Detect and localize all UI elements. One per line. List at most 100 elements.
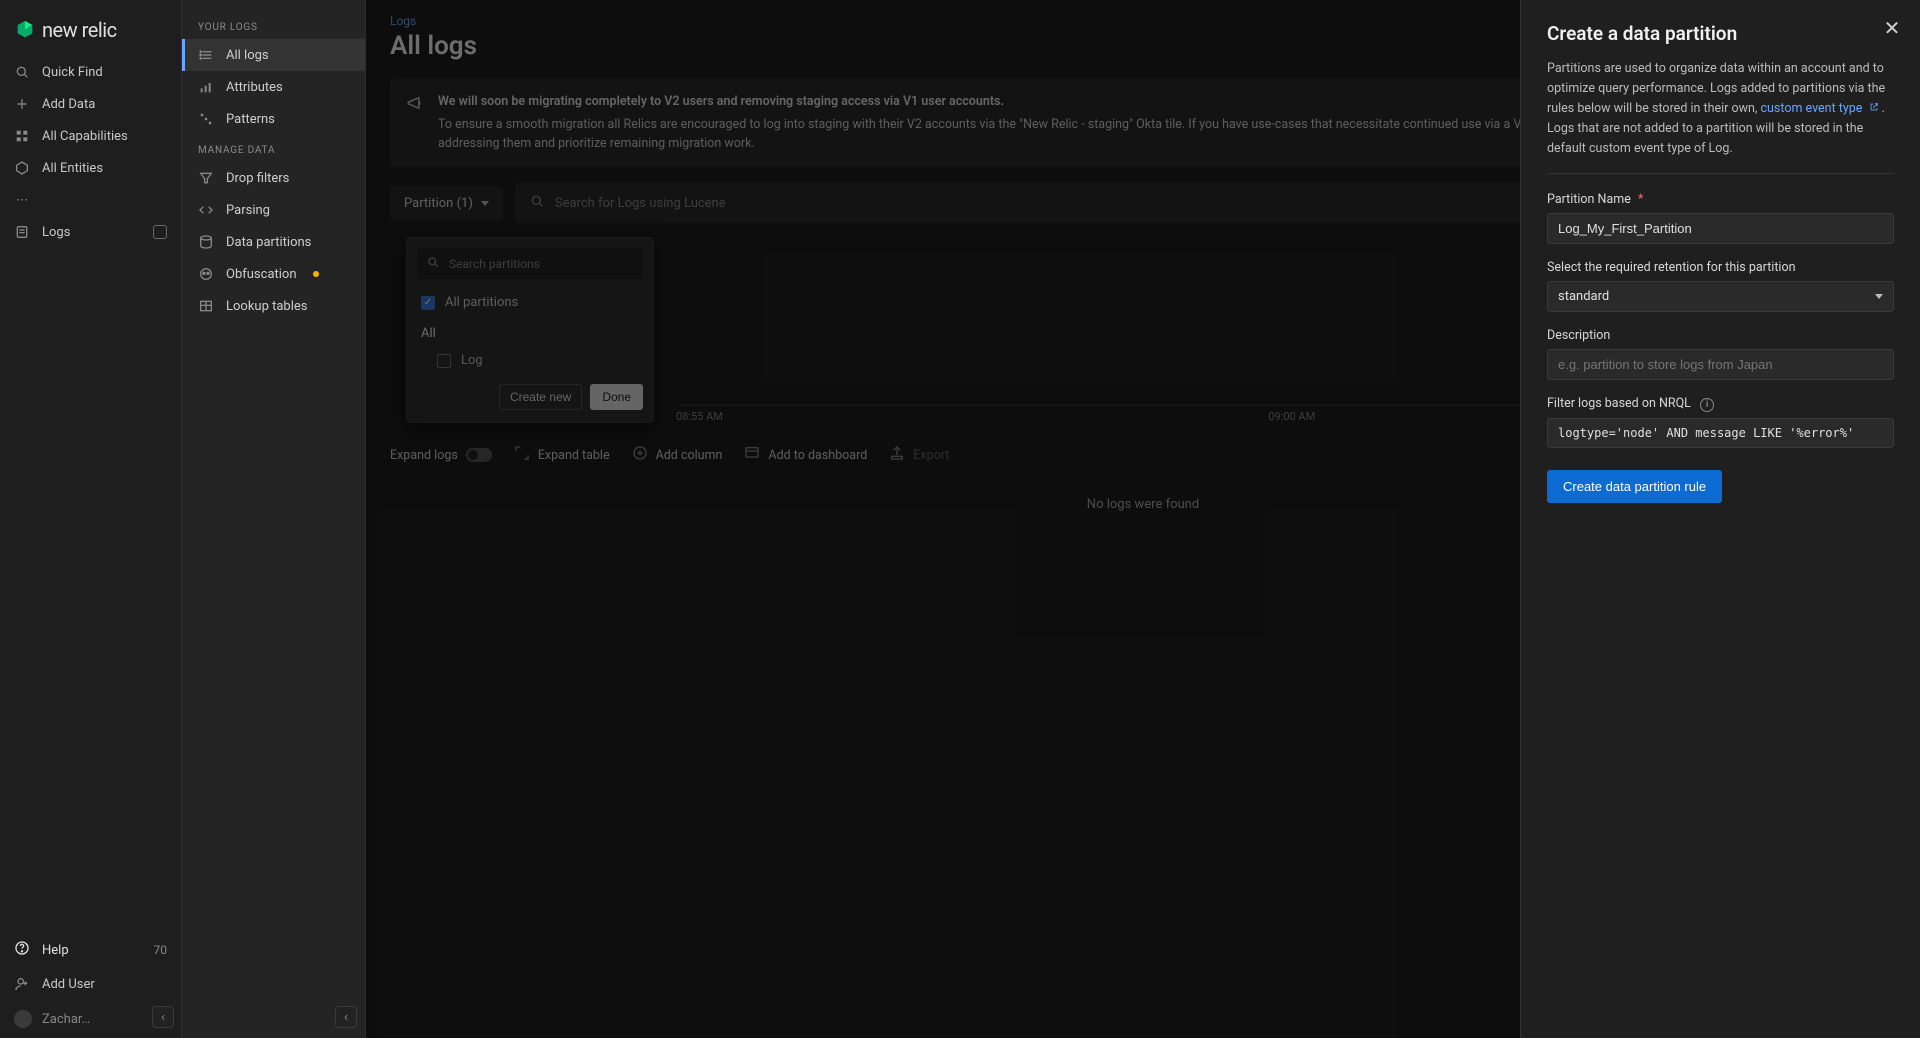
primary-rail: new relic Quick Find Add Data All Capabi… — [0, 0, 182, 1038]
partition-name-label: Partition Name * — [1547, 192, 1894, 207]
subnav-item-label: Parsing — [226, 203, 270, 218]
search-placeholder: Search for Logs using Lucene — [555, 196, 726, 211]
partition-search-input[interactable]: Search partitions — [417, 248, 643, 279]
custom-event-type-link[interactable]: custom event type — [1760, 101, 1881, 116]
help-icon — [14, 940, 30, 960]
pin-icon[interactable] — [153, 225, 167, 239]
close-drawer-button[interactable]: ✕ — [1880, 16, 1904, 40]
logs-subnav: YOUR LOGS All logs Attributes Patterns M… — [182, 0, 366, 1038]
subnav-lookup-tables[interactable]: Lookup tables — [182, 290, 365, 322]
subnav-item-label: Lookup tables — [226, 299, 308, 314]
close-icon: ✕ — [1884, 16, 1901, 41]
subnav-item-label: Obfuscation — [226, 267, 297, 282]
partition-dropdown-panel: Search partitions All partitions All Log… — [406, 237, 654, 423]
filter-icon — [198, 170, 214, 186]
retention-select[interactable]: standard — [1547, 281, 1894, 312]
toolbar-label: Expand table — [538, 448, 610, 463]
retention-value: standard — [1558, 289, 1609, 304]
subnav-data-partitions[interactable]: Data partitions — [182, 226, 365, 258]
chevron-down-icon — [1875, 294, 1883, 299]
search-icon — [529, 193, 545, 213]
toolbar-label: Expand logs — [390, 448, 458, 463]
partition-name-input[interactable] — [1547, 213, 1894, 244]
create-partition-drawer: ✕ Create a data partition Partitions are… — [1520, 0, 1920, 1038]
subnav-drop-filters[interactable]: Drop filters — [182, 162, 365, 194]
expand-logs-toggle[interactable]: Expand logs — [390, 448, 492, 463]
rail-help-label: Help — [42, 943, 69, 958]
nrql-filter-input[interactable] — [1547, 418, 1894, 448]
expand-icon — [514, 445, 530, 465]
rail-collapse[interactable]: ‹ — [152, 1006, 174, 1028]
plus-circle-icon — [632, 445, 648, 465]
partition-selector[interactable]: Partition (1) — [390, 186, 503, 221]
subnav-group-manage: MANAGE DATA — [182, 135, 365, 162]
rail-user-name: Zachar… — [42, 1012, 90, 1027]
description-input[interactable] — [1547, 349, 1894, 380]
rail-more[interactable]: ⋯ — [0, 184, 181, 216]
info-icon[interactable]: i — [1700, 398, 1714, 412]
rail-add-user-label: Add User — [42, 977, 95, 992]
label-text: Partition Name — [1547, 192, 1631, 207]
subnav-obfuscation[interactable]: Obfuscation — [182, 258, 365, 290]
chevron-down-icon — [481, 201, 489, 206]
ellipsis-icon: ⋯ — [14, 192, 30, 208]
checkbox-checked-icon[interactable] — [421, 296, 435, 310]
partition-row-all[interactable]: All partitions — [407, 289, 653, 316]
code-icon — [198, 202, 214, 218]
partition-row-label: All partitions — [445, 295, 518, 310]
partition-group-all: All — [407, 316, 653, 347]
rail-add-user[interactable]: Add User — [0, 968, 181, 1000]
link-text: custom event type — [1760, 101, 1862, 116]
external-link-icon — [1869, 99, 1879, 109]
toolbar-label: Add to dashboard — [768, 448, 867, 463]
all-capabilities[interactable]: All Capabilities — [0, 120, 181, 152]
create-new-partition-button[interactable]: Create new — [499, 384, 582, 410]
subnav-collapse[interactable]: ‹ — [335, 1006, 357, 1028]
grid-icon — [14, 128, 30, 144]
expand-table-button[interactable]: Expand table — [514, 445, 610, 465]
pattern-icon — [198, 111, 214, 127]
avatar — [14, 1010, 32, 1028]
subnav-item-label: Attributes — [226, 80, 283, 95]
add-data-label: Add Data — [42, 97, 95, 112]
brand-wordmark: new relic — [42, 18, 117, 42]
toggle-off-icon[interactable] — [466, 448, 492, 462]
partition-done-button[interactable]: Done — [590, 384, 643, 410]
brand-logo: new relic — [0, 0, 181, 56]
rail-help[interactable]: Help 70 — [0, 932, 181, 968]
create-partition-rule-button[interactable]: Create data partition rule — [1547, 470, 1722, 503]
label-text: Filter logs based on NRQL — [1547, 396, 1691, 411]
subnav-parsing[interactable]: Parsing — [182, 194, 365, 226]
export-button[interactable]: Export — [889, 445, 949, 465]
subnav-patterns[interactable]: Patterns — [182, 103, 365, 135]
rail-logs[interactable]: Logs — [0, 216, 181, 248]
quick-find[interactable]: Quick Find — [0, 56, 181, 88]
subnav-item-label: Drop filters — [226, 171, 289, 186]
hex-icon — [14, 160, 30, 176]
add-data[interactable]: Add Data — [0, 88, 181, 120]
bars-icon — [198, 79, 214, 95]
partition-selector-label: Partition (1) — [404, 196, 473, 211]
all-entities[interactable]: All Entities — [0, 152, 181, 184]
megaphone-icon — [406, 94, 424, 112]
mask-icon — [198, 266, 214, 282]
subnav-group-your-logs: YOUR LOGS — [182, 12, 365, 39]
rail-logs-label: Logs — [42, 225, 70, 240]
subnav-all-logs[interactable]: All logs — [182, 39, 365, 71]
subnav-item-label: Data partitions — [226, 235, 311, 250]
add-to-dashboard-button[interactable]: Add to dashboard — [744, 445, 867, 465]
drawer-title: Create a data partition — [1547, 22, 1894, 45]
breadcrumb[interactable]: Logs — [390, 14, 416, 28]
drawer-description: Partitions are used to organize data wit… — [1547, 59, 1894, 159]
quick-find-label: Quick Find — [42, 65, 103, 80]
database-icon — [198, 234, 214, 250]
list-icon — [198, 47, 214, 63]
checkbox-icon[interactable] — [437, 354, 451, 368]
partition-row-log[interactable]: Log — [407, 347, 653, 374]
new-indicator-dot — [313, 271, 319, 277]
all-entities-label: All Entities — [42, 161, 103, 176]
add-column-button[interactable]: Add column — [632, 445, 723, 465]
all-capabilities-label: All Capabilities — [42, 129, 128, 144]
subnav-attributes[interactable]: Attributes — [182, 71, 365, 103]
subnav-item-label: Patterns — [226, 112, 275, 127]
